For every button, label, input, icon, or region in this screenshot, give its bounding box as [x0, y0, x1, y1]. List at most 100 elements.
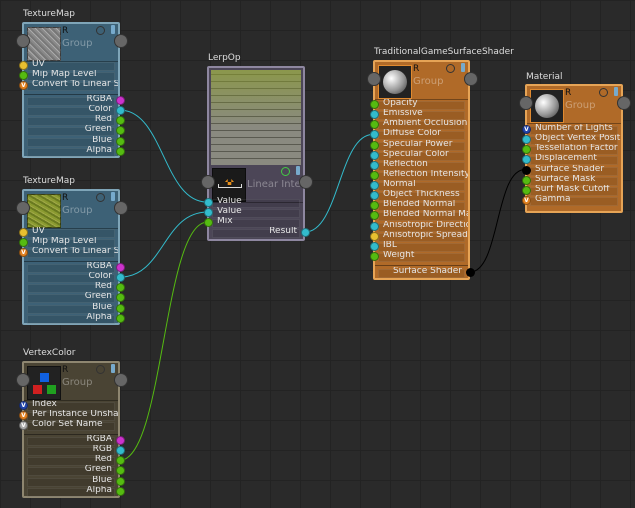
node-right-port[interactable] [617, 96, 631, 110]
float-output-port[interactable] [116, 126, 125, 136]
float-input-port[interactable] [522, 175, 531, 185]
output-label: Red [94, 455, 112, 465]
float-input-port[interactable] [522, 185, 531, 195]
float-input-port[interactable] [370, 100, 379, 109]
float-output-port[interactable] [116, 146, 125, 156]
float-output-port[interactable] [116, 486, 125, 496]
float-output-port[interactable] [116, 456, 125, 466]
group-label: Group [413, 76, 444, 87]
float-output-port[interactable] [116, 293, 125, 303]
color-input-port[interactable] [370, 150, 379, 160]
preview-toggle-icon[interactable] [599, 88, 608, 97]
preview-toggle-icon[interactable] [446, 64, 455, 73]
node-left-port[interactable] [519, 96, 533, 110]
float-output-port[interactable] [116, 136, 125, 146]
node-right-port[interactable] [299, 175, 313, 189]
preview-toggle-icon[interactable] [96, 193, 105, 202]
color-input-port[interactable] [370, 160, 379, 170]
output-label: Red [94, 115, 112, 125]
node-right-port[interactable] [464, 72, 478, 86]
output-label: Blue [92, 135, 112, 145]
color-input-port[interactable] [370, 181, 379, 191]
preview-toggle-icon[interactable] [96, 26, 105, 35]
input-label: Convert To Linear Space [32, 247, 118, 257]
input-label: Color Set Name [32, 420, 103, 430]
float-input-port[interactable] [370, 170, 379, 180]
node-left-port[interactable] [201, 175, 215, 189]
input-label: Blended Normal Mask [383, 210, 468, 220]
float-output-port[interactable] [116, 313, 125, 323]
group-label: Group [62, 38, 93, 49]
pin-icon[interactable] [614, 87, 618, 96]
node-header: R Group [24, 191, 118, 229]
lerp-preview-image [211, 70, 301, 165]
pin-icon[interactable] [111, 25, 115, 34]
input-label: Specular Color [383, 149, 449, 159]
connection-wire[interactable] [119, 211, 208, 278]
enum-input-port[interactable]: V [522, 195, 531, 205]
preview-toggle-icon[interactable] [96, 365, 105, 374]
float-output-port[interactable] [116, 476, 125, 486]
output-separator [375, 265, 468, 266]
connection-wire[interactable] [469, 169, 526, 273]
float-output-port[interactable] [116, 283, 125, 293]
input-label: Mip Map Level [32, 237, 97, 247]
output-label: Green [84, 125, 112, 135]
float-output-port[interactable] [116, 466, 125, 476]
color-input-port[interactable] [370, 221, 379, 231]
node-left-port[interactable] [16, 373, 30, 387]
input-label: Tessellation Factor [535, 144, 618, 154]
shader-input-port[interactable] [522, 165, 531, 175]
group-label: Group [62, 205, 93, 216]
input-label: Anisotropic Direction [383, 220, 468, 230]
node-left-port[interactable] [16, 34, 30, 48]
input-label: Gamma [535, 194, 571, 204]
output-label: Alpha [86, 145, 112, 155]
node-right-port[interactable] [114, 373, 128, 387]
input-label: Weight [383, 250, 415, 260]
pin-icon[interactable] [296, 166, 300, 175]
input-label: Specular Power [383, 139, 453, 149]
pin-icon[interactable] [111, 364, 115, 373]
node-right-port[interactable] [114, 34, 128, 48]
render-flag-label: R [62, 26, 69, 36]
connection-wire[interactable] [119, 221, 208, 461]
float-output-port[interactable] [116, 303, 125, 313]
int-input-port[interactable]: V [19, 401, 28, 410]
output-label: Alpha [86, 485, 112, 495]
yellow-input-port[interactable] [19, 228, 28, 237]
input-label: IBL [383, 240, 397, 250]
rgba-output-port[interactable] [116, 263, 125, 272]
float-input-port[interactable] [370, 251, 379, 261]
node-title: TextureMap [23, 176, 75, 186]
color-input-port[interactable] [370, 241, 379, 251]
connection-wire[interactable] [304, 133, 374, 233]
yellow-input-port[interactable] [19, 61, 28, 70]
pin-icon[interactable] [461, 63, 465, 72]
float-input-port[interactable] [370, 140, 379, 150]
pin-icon[interactable] [111, 192, 115, 201]
color-output-port[interactable] [116, 273, 125, 283]
sphere-preview-icon [535, 94, 559, 118]
connection-wire[interactable] [119, 109, 208, 203]
node-left-port[interactable] [16, 201, 30, 215]
node-right-port[interactable] [114, 201, 128, 215]
color-input-port[interactable] [204, 198, 213, 207]
node-thumbnail [27, 27, 61, 61]
rgba-output-port[interactable] [116, 436, 125, 445]
int-input-port[interactable]: V [522, 125, 531, 134]
color-output-port[interactable] [116, 106, 125, 116]
yellow-input-port[interactable] [370, 231, 379, 241]
output-label: Surface Shader [392, 267, 462, 276]
float-output-port[interactable] [116, 116, 125, 126]
color-output-port[interactable] [116, 446, 125, 456]
input-label: Reflection [383, 159, 428, 169]
shader-output-port[interactable] [466, 268, 475, 277]
node-title: TraditionalGameSurfaceShader [374, 47, 514, 57]
preview-toggle-icon[interactable] [281, 167, 290, 176]
rgba-output-port[interactable] [116, 96, 125, 105]
node-left-port[interactable] [367, 72, 381, 86]
color-output-port[interactable] [301, 228, 310, 237]
node-header: R Group [24, 363, 118, 401]
output-label: Color [88, 272, 113, 282]
